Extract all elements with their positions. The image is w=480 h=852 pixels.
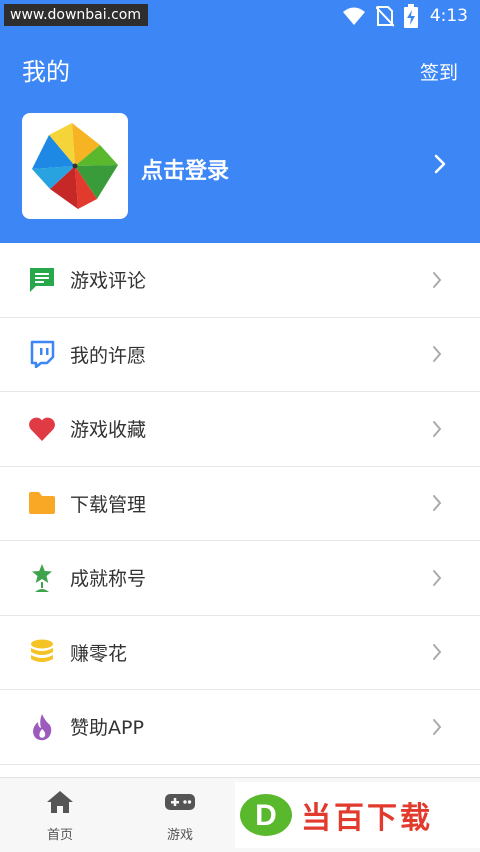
menu-item-label: 下载管理: [70, 493, 147, 516]
coins-icon: [31, 639, 53, 663]
menu-item-label: 游戏评论: [70, 270, 147, 293]
brand-text: 当百下载: [301, 801, 433, 836]
menu-item-achievements[interactable]: 成就称号: [0, 541, 480, 616]
brand-letter: D: [255, 799, 277, 832]
chevron-right-icon: [433, 420, 442, 437]
menu-item-earn-money[interactable]: 赚零花: [0, 616, 480, 690]
watermark: www.downbai.com: [4, 4, 148, 26]
menu-item-game-comments[interactable]: 游戏评论: [0, 243, 480, 318]
no-sim-icon: [375, 6, 394, 27]
menu-item-downloads[interactable]: 下载管理: [0, 467, 480, 541]
tab-label: 首页: [46, 828, 73, 843]
menu-list: 游戏评论 我的许愿 游戏收藏 下载管理 成就称号 赚零花 赞助APP: [0, 243, 480, 765]
menu-item-label: 游戏收藏: [70, 419, 147, 442]
menu-item-favorites[interactable]: 游戏收藏: [0, 392, 480, 467]
chevron-right-icon: [433, 569, 442, 586]
checkin-button[interactable]: 签到: [420, 58, 458, 85]
menu-item-label: 赞助APP: [70, 717, 144, 740]
chevron-right-icon: [433, 271, 442, 288]
gamepad-icon: [165, 794, 195, 810]
login-link[interactable]: 点击登录: [141, 153, 229, 185]
menu-item-sponsor[interactable]: 赞助APP: [0, 690, 480, 765]
folder-icon: [29, 492, 55, 515]
profile-header: www.downbai.com 4:13 我的 签到 点击登录: [0, 0, 480, 243]
app-logo-icon: [32, 123, 118, 209]
wish-icon: [30, 341, 55, 369]
chevron-right-icon: [433, 346, 442, 363]
menu-item-my-wishes[interactable]: 我的许愿: [0, 318, 480, 392]
tab-home[interactable]: 首页: [30, 790, 90, 843]
home-icon: [47, 791, 73, 813]
brand-logo-icon: D: [240, 794, 292, 836]
chevron-right-icon: [433, 644, 442, 661]
status-time: 4:13: [429, 6, 468, 26]
battery-charging-icon: [403, 4, 418, 28]
status-bar: 4:13: [342, 4, 468, 28]
chevron-right-icon: [433, 495, 442, 512]
menu-item-label: 我的许愿: [70, 344, 147, 367]
menu-item-label: 赚零花: [70, 642, 128, 665]
wifi-icon: [342, 7, 365, 25]
avatar[interactable]: [22, 113, 128, 219]
trophy-icon: [32, 563, 52, 592]
chevron-right-icon[interactable]: [434, 154, 446, 174]
menu-item-label: 成就称号: [70, 568, 147, 591]
comment-icon: [30, 267, 54, 292]
tab-games[interactable]: 游戏: [150, 790, 210, 843]
chevron-right-icon: [433, 718, 442, 735]
flame-icon: [33, 713, 52, 740]
brand-watermark: D 当百下载: [235, 782, 480, 848]
tab-label: 游戏: [166, 828, 193, 843]
heart-icon: [29, 417, 55, 441]
page-title: 我的: [22, 58, 70, 86]
